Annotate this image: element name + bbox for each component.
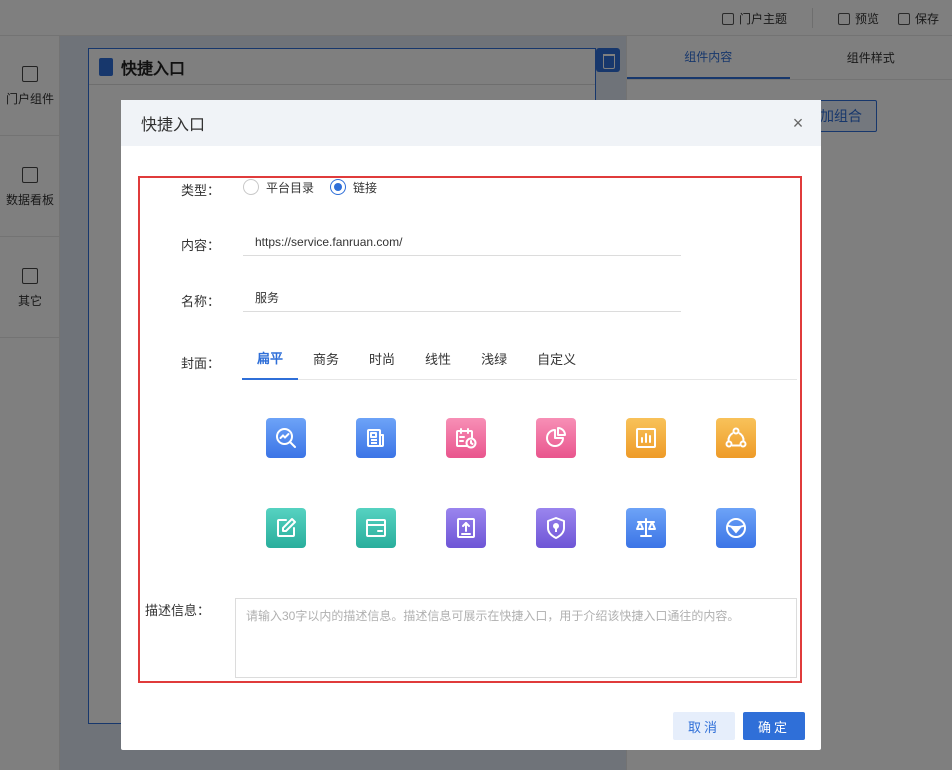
cover-tab-business[interactable]: 商务 — [298, 336, 354, 380]
shield-icon[interactable] — [536, 508, 576, 548]
cover-tab-light-green[interactable]: 浅绿 — [466, 336, 522, 380]
radio-label: 链接 — [353, 180, 378, 195]
content-label: 内容： — [180, 238, 220, 253]
cover-icon-grid — [266, 418, 756, 548]
share-nodes-icon[interactable] — [716, 418, 756, 458]
quick-entry-dialog: 快捷入口 × 类型： 平台目录 链接 内容： 名称： 封面： 扁平 商务 时尚 — [121, 100, 821, 750]
description-textarea[interactable] — [235, 598, 797, 678]
newspaper-icon[interactable] — [356, 418, 396, 458]
dialog-form: 类型： 平台目录 链接 内容： 名称： 封面： 扁平 商务 时尚 线性 浅绿 自… — [138, 176, 802, 683]
radio-label: 平台目录 — [266, 180, 315, 195]
cover-tab-flat[interactable]: 扁平 — [242, 336, 299, 380]
card-icon[interactable] — [356, 508, 396, 548]
cover-style-tabs: 扁平 商务 时尚 线性 浅绿 自定义 — [242, 336, 797, 380]
scale-icon[interactable] — [626, 508, 666, 548]
steering-wheel-icon[interactable] — [716, 508, 756, 548]
type-radio-group: 平台目录 链接 — [243, 178, 393, 196]
upload-icon[interactable] — [446, 508, 486, 548]
confirm-button[interactable]: 确定 — [743, 712, 805, 740]
cancel-button[interactable]: 取消 — [673, 712, 735, 740]
radio-platform-directory[interactable]: 平台目录 — [243, 179, 314, 196]
search-chart-icon[interactable] — [266, 418, 306, 458]
desc-label: 描述信息： — [144, 603, 210, 618]
pie-chart-icon[interactable] — [536, 418, 576, 458]
name-input[interactable] — [243, 284, 681, 312]
bar-chart-icon[interactable] — [626, 418, 666, 458]
cover-tab-fashion[interactable]: 时尚 — [354, 336, 410, 380]
dialog-header: 快捷入口 × — [121, 100, 821, 146]
cover-tab-custom[interactable]: 自定义 — [522, 336, 591, 380]
dialog-title: 快捷入口 — [141, 117, 206, 134]
type-label: 类型： — [180, 183, 220, 198]
cover-tab-linear[interactable]: 线性 — [410, 336, 466, 380]
radio-circle — [330, 179, 347, 195]
content-url-input[interactable] — [243, 228, 681, 256]
close-icon[interactable]: × — [789, 114, 807, 132]
name-label: 名称： — [180, 294, 220, 309]
cover-label: 封面： — [180, 356, 220, 371]
radio-circle — [243, 179, 259, 195]
radio-link[interactable]: 链接 — [330, 179, 377, 196]
edit-icon[interactable] — [266, 508, 306, 548]
calendar-clock-icon[interactable] — [446, 418, 486, 458]
